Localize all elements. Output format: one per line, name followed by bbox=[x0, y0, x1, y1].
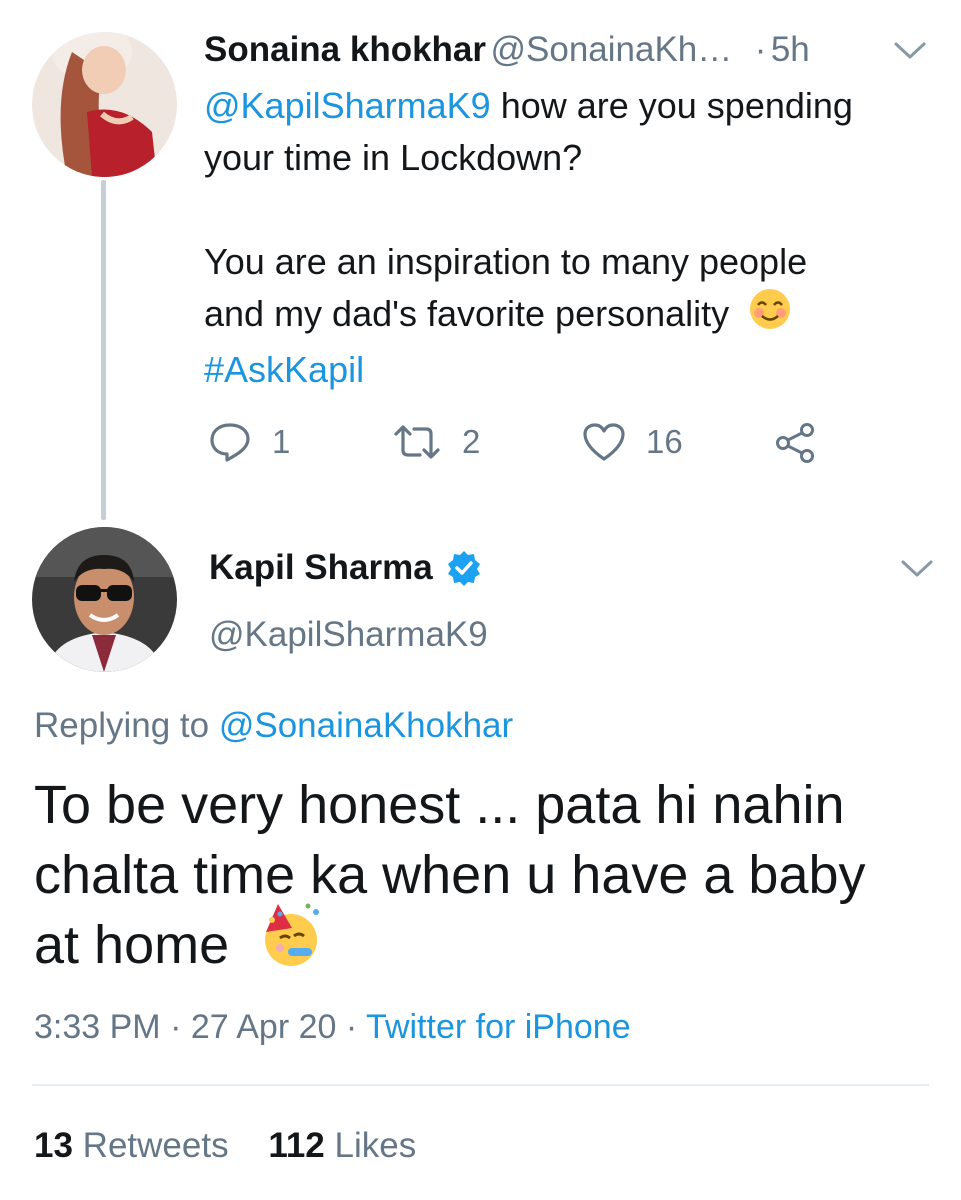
retweet-count: 2 bbox=[462, 423, 481, 460]
text-line: You are an inspiration to many people bbox=[204, 241, 808, 282]
tweet-meta: 3:33 PM · 27 Apr 20 · Twitter for iPhone bbox=[34, 1008, 631, 1047]
main-tweet-text: To be very honest ... pata hi nahin chal… bbox=[34, 770, 934, 985]
retweets-label: Retweets bbox=[82, 1126, 229, 1165]
tweet-time[interactable]: 3:33 PM bbox=[34, 1008, 161, 1046]
divider bbox=[32, 1084, 929, 1086]
reply-icon bbox=[210, 423, 250, 462]
reply-button[interactable]: 1 bbox=[208, 422, 290, 462]
retweets-count: 13 bbox=[34, 1126, 73, 1165]
text-line: To be very honest ... pata hi nahin bbox=[34, 775, 845, 835]
hashtag-link[interactable]: #AskKapil bbox=[204, 344, 934, 396]
time-separator: · bbox=[754, 30, 767, 69]
likes-count: 112 bbox=[268, 1126, 325, 1165]
replying-prefix: Replying to bbox=[34, 706, 210, 745]
like-icon bbox=[583, 423, 625, 461]
text-line: your time in Lockdown? bbox=[204, 137, 583, 178]
tweet-date[interactable]: 27 Apr 20 bbox=[191, 1008, 337, 1046]
partying-face-emoji bbox=[258, 902, 324, 985]
sonaina-avatar[interactable] bbox=[32, 32, 177, 177]
text-line: at home bbox=[34, 915, 230, 975]
retweet-button[interactable]: 2 bbox=[392, 422, 480, 462]
tweet-source-link[interactable]: Twitter for iPhone bbox=[366, 1008, 631, 1046]
sonaina-handle[interactable]: @SonainaKh… bbox=[490, 30, 732, 69]
kapil-name-row: Kapil Sharma bbox=[209, 548, 483, 588]
mention-link[interactable]: @KapilSharmaK9 bbox=[204, 85, 491, 126]
retweets-stat[interactable]: 13 Retweets bbox=[34, 1126, 229, 1165]
kapil-handle[interactable]: @KapilSharmaK9 bbox=[209, 615, 488, 655]
verified-badge-icon bbox=[447, 551, 480, 586]
chevron-down-icon[interactable] bbox=[900, 558, 934, 585]
replying-to-line: Replying to @SonainaKhokhar bbox=[34, 706, 513, 746]
chevron-down-icon[interactable] bbox=[893, 40, 927, 67]
replying-to-link[interactable]: @SonainaKhokhar bbox=[219, 706, 513, 745]
likes-label: Likes bbox=[334, 1126, 417, 1165]
reply-tweet-header: Sonaina khokhar @SonainaKh… · 5h bbox=[204, 30, 810, 70]
sonaina-name[interactable]: Sonaina khokhar bbox=[204, 30, 486, 69]
reply-tweet-text: @KapilSharmaK9 how are you spending your… bbox=[204, 80, 934, 396]
text-line: and my dad's favorite personality bbox=[204, 293, 730, 334]
kapil-avatar[interactable] bbox=[32, 527, 177, 672]
tweet-stats: 13 Retweets 112 Likes bbox=[34, 1126, 416, 1166]
meta-sep: · bbox=[345, 1008, 358, 1046]
like-count: 16 bbox=[646, 423, 683, 460]
retweet-icon bbox=[394, 425, 440, 459]
text-line: how are you spending bbox=[490, 85, 853, 126]
text-line: chalta time ka when u have a baby bbox=[34, 845, 866, 905]
meta-sep: · bbox=[170, 1008, 182, 1046]
kapil-name[interactable]: Kapil Sharma bbox=[209, 548, 433, 588]
share-button[interactable] bbox=[774, 422, 818, 469]
reply-count: 1 bbox=[272, 423, 291, 460]
thread-line bbox=[101, 180, 106, 520]
share-icon bbox=[776, 423, 814, 463]
reply-tweet-time[interactable]: 5h bbox=[771, 30, 810, 69]
like-button[interactable]: 16 bbox=[582, 422, 683, 462]
likes-stat[interactable]: 112 Likes bbox=[268, 1126, 416, 1165]
smiling-face-emoji bbox=[749, 288, 791, 344]
